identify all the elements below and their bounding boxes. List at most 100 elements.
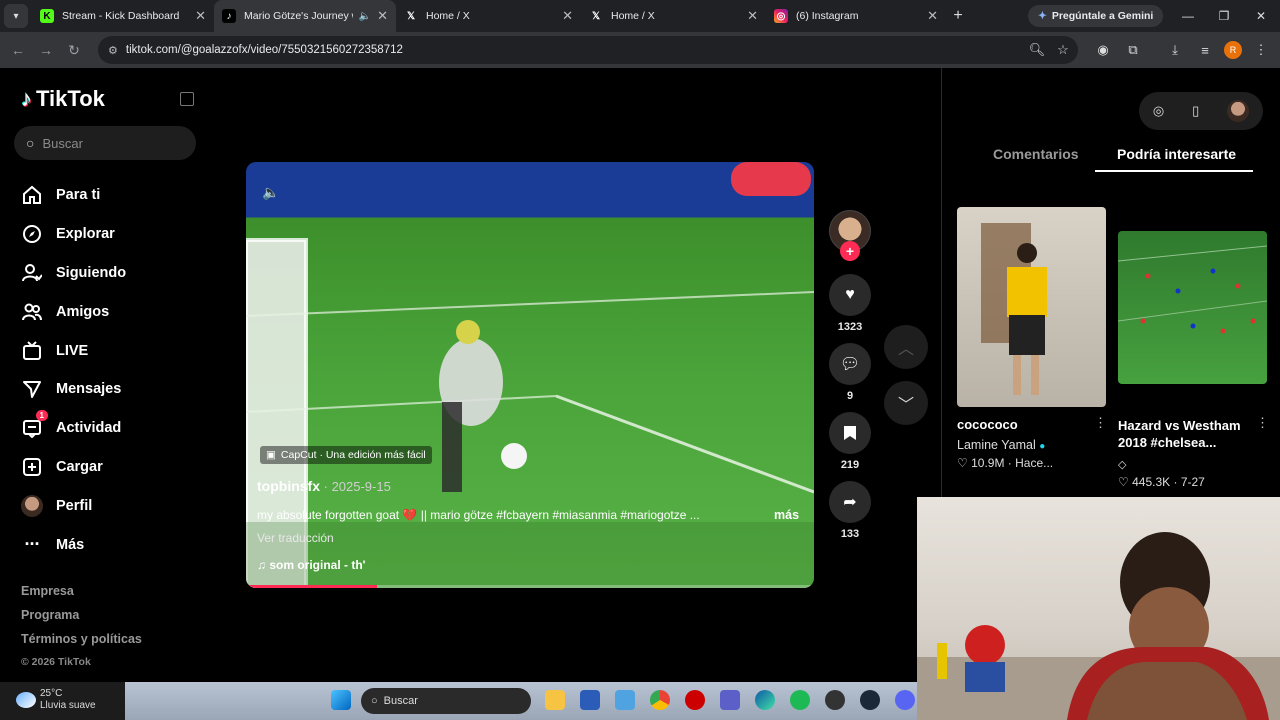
word-icon[interactable] [580,690,600,710]
comment-action[interactable]: 💬︎ 9 [828,343,872,402]
card-meta: ♡ 10.9M · Hace... [957,456,1054,470]
follow-button[interactable]: + [840,241,860,261]
video-player[interactable]: 🔈 ▣ CapCut · Una edición más fácil topbin… [246,162,814,588]
chrome-icon[interactable] [650,690,670,710]
card-title[interactable]: Hazard vs Westham 2018 #chelsea... [1118,417,1268,451]
chevron-down-icon: ﹀ [897,397,914,414]
footer-link-programa[interactable]: Programa [21,608,142,632]
sidebar-item-live[interactable]: LIVE [20,331,126,370]
capcut-label[interactable]: ▣ CapCut · Una edición más fácil [260,446,432,464]
app-icon[interactable] [685,690,705,710]
site-info-icon[interactable]: ⚙ [108,44,118,57]
sidebar-item-siguiendo[interactable]: Siguiendo [20,254,126,293]
obs-icon[interactable] [825,690,845,710]
coins-icon[interactable]: ◎ [1153,103,1164,119]
recommended-video-thumb[interactable] [957,207,1106,407]
browser-tab-instagram[interactable]: ◎ (6) Instagram ✕ [766,0,946,32]
sidebar-item-amigos[interactable]: Amigos [20,292,126,331]
browser-tab-kick[interactable]: K Stream - Kick Dashboard ✕ [32,0,214,32]
weather-widget[interactable]: 25°C Lluvia suave [16,688,96,712]
heart-icon[interactable]: ♥ [829,274,871,316]
close-icon[interactable]: ✕ [195,8,206,24]
taskbar-search[interactable]: ○ Buscar [361,688,531,714]
browser-tab-tiktok[interactable]: ♪ Mario Götze's Journey wit 🔈 ✕ [214,0,396,32]
profile-avatar[interactable]: R [1224,41,1242,59]
browser-tab-x-1[interactable]: 𝕏 Home / X ✕ [396,0,581,32]
tab-comentarios[interactable]: Comentarios [993,146,1079,162]
sound-link[interactable]: ♫ som original - th' [257,558,366,572]
url-text[interactable]: tiktok.com/@goalazzofx/video/75503215602… [126,44,403,56]
sidebar-item-perfil[interactable]: Perfil [20,486,126,525]
back-icon[interactable]: ← [4,42,32,58]
close-window-button[interactable]: ✕ [1243,0,1279,32]
translate-button[interactable]: Ver traducción [257,531,334,545]
extensions-icon[interactable]: ⧉ [1124,41,1142,59]
comment-icon[interactable]: 💬︎ [829,343,871,385]
zoom-icon[interactable]: 🔍︎ [1028,41,1046,59]
video-progress-bar[interactable] [246,585,814,588]
spotify-icon[interactable] [790,690,810,710]
teams-icon[interactable] [720,690,740,710]
thumbnail-image [981,223,1047,395]
video-author[interactable]: topbinsfx · 2025-9-15 [257,478,391,494]
like-action[interactable]: ♥ 1323 [828,274,872,333]
card-title[interactable]: cocococo [957,417,1018,432]
new-tab-button[interactable]: + [946,7,970,25]
author-name[interactable]: topbinsfx [257,478,320,494]
volume-icon[interactable]: 🔈 [262,184,279,201]
live-icon [20,339,44,363]
tab-podria-interesarte[interactable]: Podría interesarte [1117,146,1236,162]
close-icon[interactable]: ✕ [927,8,938,24]
chrome-extension-icon[interactable]: ◉ [1094,41,1112,59]
close-icon[interactable]: ✕ [747,8,758,24]
bookmark-star-icon[interactable]: ☆ [1054,41,1072,59]
menu-icon[interactable]: ⋮ [1252,41,1270,59]
forward-icon[interactable]: → [32,42,60,58]
save-action[interactable]: 219 [828,412,872,471]
more-options-icon[interactable]: ⋮ [1256,415,1269,431]
speaker-icon[interactable]: 🔈 [359,11,371,22]
next-video-button[interactable]: ﹀ [884,381,928,425]
download-icon[interactable]: ⤓ [1166,41,1184,59]
browser-tab-x-2[interactable]: 𝕏 Home / X ✕ [581,0,766,32]
more-button[interactable]: más [774,508,799,522]
minimize-button[interactable]: — [1170,0,1206,32]
collapse-sidebar-icon[interactable] [180,92,194,106]
sidebar-item-cargar[interactable]: Cargar [20,448,126,487]
media-icon[interactable]: ≡ [1196,41,1214,59]
card-author[interactable]: ◇ [1118,458,1126,471]
previous-video-button[interactable]: ︿ [884,325,928,369]
edge-icon[interactable] [755,690,775,710]
gemini-button[interactable]: ✦ Pregúntale a Gemini [1028,5,1164,27]
omnibox[interactable]: ⚙ tiktok.com/@goalazzofx/video/755032156… [98,36,1078,64]
recommended-video-thumb[interactable] [1118,231,1267,384]
footer-link-terminos[interactable]: Términos y políticas [21,632,142,656]
copyright: © 2026 TikTok [21,656,91,668]
device-icon[interactable]: ▯ [1192,103,1199,119]
reload-icon[interactable]: ↻ [60,42,88,59]
capcut-icon: ▣ [266,449,276,461]
share-action[interactable]: ➦ 133 [828,481,872,540]
close-icon[interactable]: ✕ [377,8,388,24]
sidebar-item-mensajes[interactable]: Mensajes [20,370,126,409]
sidebar-item-explorar[interactable]: Explorar [20,215,126,254]
discord-icon[interactable] [895,690,915,710]
sidebar-item-para-ti[interactable]: Para ti [20,176,126,215]
more-options-icon[interactable]: ⋮ [1094,415,1107,431]
steam-icon[interactable] [860,690,880,710]
card-author[interactable]: Lamine Yamal ● [957,438,1045,452]
file-explorer-icon[interactable] [545,690,565,710]
windows-start-icon[interactable] [331,690,351,710]
bookmark-icon[interactable] [829,412,871,454]
sidebar-item-actividad[interactable]: 1 Actividad [20,409,126,448]
share-icon[interactable]: ➦ [829,481,871,523]
tiktok-logo[interactable]: ♪ TikTok [21,86,105,112]
tab-list-button[interactable]: ▾ [4,4,28,28]
close-icon[interactable]: ✕ [562,8,573,24]
notepad-icon[interactable] [615,690,635,710]
user-avatar[interactable] [1227,100,1250,122]
footer-link-empresa[interactable]: Empresa [21,584,142,608]
restore-button[interactable]: ❐ [1206,0,1242,32]
sidebar-item-mas[interactable]: ··· Más [20,525,126,564]
search-input[interactable]: ○ Buscar [14,126,196,160]
